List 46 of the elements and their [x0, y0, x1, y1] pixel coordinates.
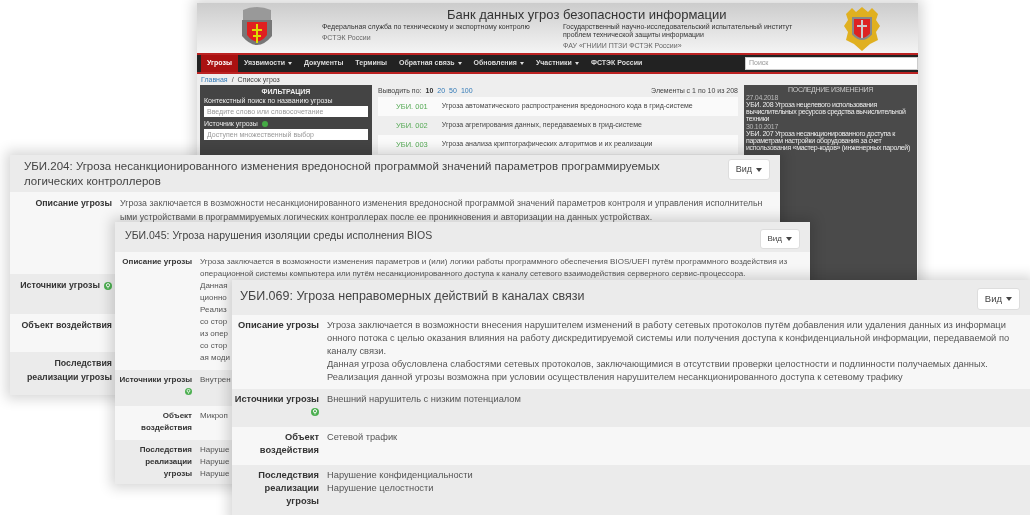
description-line: со стор [200, 340, 228, 352]
field-label: Объект воздействия [21, 319, 112, 330]
field-value: Наруше [200, 444, 230, 456]
field-label: Последствия реализации угрозы [26, 357, 112, 382]
field-value: Внешний нарушитель с низким потенциалом [327, 392, 521, 406]
description-line: Угроза заключается в возможности несанкционированного изменения вредоносной программой значений параметров контроля и управления исполнительн [120, 196, 763, 210]
field-value: Внутрен [200, 374, 231, 386]
description-line: операционной системы компьютера или путём несанкционированного доступа к каналу сетевого взаимодействия серверного сервис-процессора. [200, 268, 746, 280]
description-line: онного потока с целью оказания влияния на работу дискредитируемой системы или получения доступа к конфиденциальной информации, передаваемой по [327, 331, 1010, 345]
field-label: Объект воздействия [259, 431, 319, 455]
view-dropdown-button[interactable]: Вид [727, 159, 770, 180]
field-label: Описание угрозы [238, 319, 319, 330]
field-label: Описание угрозы [122, 257, 192, 266]
view-dropdown-button[interactable]: Вид [759, 229, 800, 249]
field-label: Объект воздействия [141, 411, 192, 432]
description-line: Угроза заключается в возможности изменения параметров и (или) логики работы программного обеспечения BIOS/UEFI путём программного воздействия из [200, 256, 788, 268]
view-dropdown-button[interactable]: Вид [976, 288, 1020, 310]
card-title: УБИ.045: Угроза нарушения изоляции среды исполнения BIOS [125, 229, 433, 243]
description-line: Данная [200, 280, 228, 292]
description-line: со стор [200, 316, 228, 328]
description-line: Данная угроза обусловлена слабостями сетевых протоколов, заключающимися в отсутствии проверки целостности и подлинности получаемых данных. [327, 358, 988, 372]
description-line: из опер [200, 328, 229, 340]
card-title: УБИ.204: Угроза несанкционированного изменения вредоносной программой значений параметров программируемых логических контроллеров [24, 159, 661, 189]
field-value: Микроп [200, 410, 228, 422]
description-line: каналу связи. [327, 344, 386, 358]
field-label: Последствия реализации угрозы [258, 469, 319, 506]
field-value: Наруше [200, 468, 230, 480]
field-value: Сетевой трафик [327, 430, 398, 444]
description-line: Угроза заключается в возможности внесения нарушителем изменений в работу сетевых протоколов путём добавления или удаления данных из информаци [327, 318, 1006, 332]
field-label: Описание угрозы [35, 197, 112, 208]
site-title: Банк данных угроз безопасности информации [447, 6, 727, 23]
crest-icon [842, 6, 882, 52]
description-line: ая моди [200, 352, 230, 364]
field-value: Нарушение конфиденциальности [327, 468, 473, 482]
field-label: Источники угрозы [20, 279, 100, 290]
field-label: Последствия реализации угрозы [139, 445, 192, 478]
description-line: Реализ [200, 304, 227, 316]
description-line: ционно [200, 292, 227, 304]
card-title: УБИ.069: Угроза неправомерных действий в каналах связи [240, 288, 585, 305]
description-line: ыми устройствами в программируемых логических контроллерах после ее проникновения и авторизации на данных устройствах. [120, 210, 653, 224]
help-icon [261, 120, 268, 127]
field-value: Нарушение целостности [327, 481, 434, 495]
field-value: Наруше [200, 456, 230, 468]
description-line: Реализация данной угрозы возможна при условии осуществления нарушителем несанкционированного доступа к сетевому трафику [327, 371, 903, 385]
field-label: Источники угрозы [119, 375, 192, 384]
field-label: Источники угрозы [234, 393, 319, 404]
